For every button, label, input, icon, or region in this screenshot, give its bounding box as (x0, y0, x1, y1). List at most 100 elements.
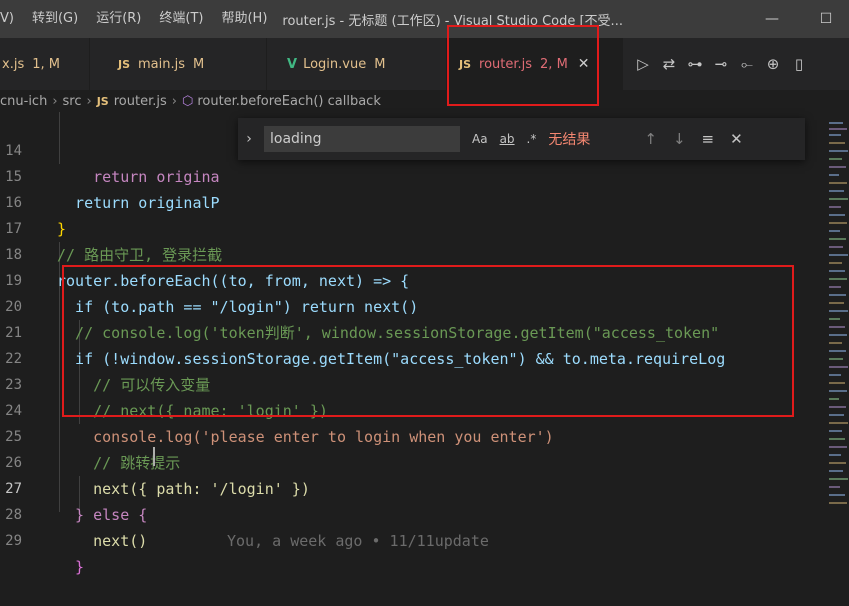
commit-icon[interactable]: ⊶ (682, 55, 708, 73)
code-line: 19 if (to.path == "/login") return next(… (0, 242, 826, 316)
breadcrumb-file[interactable]: router.js (114, 94, 167, 109)
js-file-icon: JS (459, 57, 472, 71)
timeline-icon[interactable]: ⊕ (760, 55, 786, 73)
chevron-right-icon: › (86, 93, 92, 109)
next-match-icon[interactable]: ↓ (673, 130, 686, 148)
minimap-line (829, 182, 847, 184)
chevron-right-icon: › (171, 93, 177, 109)
minimap-line (829, 262, 842, 264)
minimap-line (829, 246, 843, 248)
minimap-line (829, 318, 840, 320)
tab-main-js[interactable]: JS main.js M (90, 38, 267, 90)
close-find-icon[interactable]: ✕ (730, 130, 743, 148)
minimap-line (829, 342, 842, 344)
find-in-selection-icon[interactable]: ≡ (702, 130, 715, 148)
code-line: 22 // 可以传入变量 (0, 320, 826, 394)
previous-change-icon[interactable]: ⊸ (708, 55, 734, 73)
minimap-line (829, 222, 847, 224)
breadcrumb-folder[interactable]: src (63, 94, 82, 109)
split-editor-icon[interactable]: ▯ (786, 55, 812, 73)
tab-login-vue[interactable]: V Login.vue M (267, 38, 447, 90)
close-tab-icon[interactable]: ✕ (578, 56, 590, 72)
js-file-icon: JS (118, 57, 131, 71)
code-line: 24 console.log('please enter to login wh… (0, 372, 826, 446)
menu-terminal[interactable]: 终端(T) (150, 0, 212, 38)
maximize-button[interactable]: ☐ (806, 0, 846, 38)
next-change-icon[interactable]: ⟜ (734, 55, 760, 73)
minimap-line (829, 286, 841, 288)
minimap-line (829, 230, 840, 232)
minimap-line (829, 134, 841, 136)
code-text: next() (57, 532, 148, 550)
code-line: 27 } else { You, a week ago • 11/11updat… (0, 450, 826, 550)
minimap-line (829, 310, 848, 312)
minimap-line (829, 486, 840, 488)
text-cursor (153, 447, 155, 466)
regex-button[interactable]: .* (527, 132, 537, 146)
minimap-line (829, 454, 841, 456)
minimap-line (829, 462, 846, 464)
minimap-line (829, 382, 845, 384)
window-title: router.js - 无标题 (工作区) - Visual Studio Co… (282, 13, 623, 29)
line-number: 29 (5, 533, 22, 549)
tab-router-js[interactable]: JS router.js 2, M ✕ (447, 38, 623, 90)
breadcrumb: cnu-ich › src › JS router.js › ⬡ router.… (0, 90, 849, 112)
minimap-line (829, 238, 846, 240)
minimap-line (829, 438, 845, 440)
chevron-right-icon: › (52, 93, 58, 109)
code-line: 28 next() (0, 476, 826, 550)
minimap-line (829, 122, 843, 124)
tab-status: 2, M (540, 56, 568, 72)
minimap-line (829, 366, 848, 368)
minimap[interactable] (826, 112, 849, 512)
menu-view[interactable]: V) (0, 0, 23, 38)
menu-goto[interactable]: 转到(G) (23, 0, 87, 38)
breadcrumb-symbol[interactable]: router.beforeEach() callback (197, 94, 381, 109)
match-case-button[interactable]: Aa (472, 132, 488, 146)
tab-label: router.js (479, 56, 533, 72)
minimap-line (829, 422, 848, 424)
whole-word-button[interactable]: ab (500, 132, 515, 146)
minimap-line (829, 494, 845, 496)
code-line: 21 if (!window.sessionStorage.getItem("a… (0, 294, 826, 368)
find-input[interactable]: loading (264, 126, 460, 152)
minimap-line (829, 414, 844, 416)
minimap-line (829, 166, 846, 168)
symbol-method-icon: ⬡ (181, 93, 194, 109)
title-bar: V) 转到(G) 运行(R) 终端(T) 帮助(H) router.js - 无… (0, 0, 849, 38)
code-editor[interactable]: 14 return origina 15 return originalP 16… (0, 112, 826, 576)
code-line: 25 // 跳转提示 (0, 398, 826, 472)
tab-label: main.js (138, 56, 186, 72)
minimap-line (829, 174, 839, 176)
tab-x-js[interactable]: x.js 1, M (0, 38, 90, 90)
minimap-line (829, 198, 848, 200)
run-icon[interactable]: ▷ (630, 55, 656, 73)
find-result-count: 无结果 (548, 132, 591, 148)
menu-help[interactable]: 帮助(H) (212, 0, 276, 38)
minimap-line (829, 374, 841, 376)
minimap-line (829, 302, 844, 304)
tab-status: M (374, 56, 386, 72)
minimap-line (829, 214, 845, 216)
minimap-line (829, 406, 846, 408)
code-line: 18 router.beforeEach((to, from, next) =>… (0, 216, 826, 290)
minimap-line (829, 446, 847, 448)
code-line: 23 // next({ name: 'login' }) (0, 346, 826, 420)
minimize-button[interactable]: — (752, 0, 792, 38)
minimap-line (829, 326, 845, 328)
breadcrumb-folder[interactable]: cnu-ich (0, 94, 47, 109)
code-line: 20 // console.log('token判断', window.sess… (0, 268, 826, 342)
previous-match-icon[interactable]: ↑ (644, 130, 657, 148)
code-line: 16 } (0, 164, 826, 238)
code-text: } (57, 558, 85, 576)
code-line: 29 } (0, 502, 826, 576)
minimap-line (829, 254, 848, 256)
minimap-line (829, 502, 847, 504)
code-line: 17 // 路由守卫, 登录拦截 (0, 190, 826, 264)
minimap-line (829, 270, 845, 272)
toggle-replace-chevron-icon[interactable]: › (238, 131, 260, 147)
menu-run[interactable]: 运行(R) (87, 0, 150, 38)
source-control-compare-icon[interactable]: ⇄ (656, 55, 682, 73)
minimap-line (829, 350, 846, 352)
minimap-line (829, 206, 841, 208)
